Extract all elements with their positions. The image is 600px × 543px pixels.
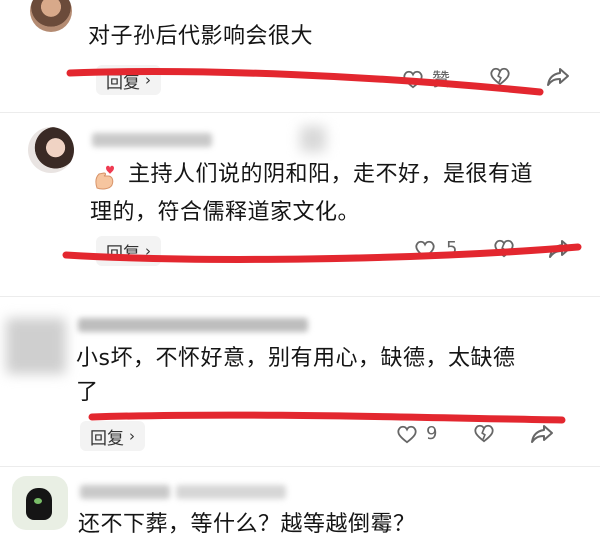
comment-text: 小s坏，不怀好意，别有用心，缺德，太缺德	[76, 346, 516, 371]
username[interactable]	[78, 318, 308, 332]
dislike-button[interactable]	[472, 423, 496, 443]
like-button[interactable]: 5	[414, 238, 457, 259]
finger-heart-emoji-icon	[92, 162, 118, 190]
share-button[interactable]	[546, 66, 570, 88]
divider	[0, 112, 600, 113]
like-label: 赞	[432, 70, 450, 91]
broken-heart-icon	[490, 67, 510, 86]
heart-outline-icon	[397, 425, 417, 443]
reply-button[interactable]: 回复 ›	[80, 421, 145, 451]
share-arrow-icon	[549, 240, 571, 258]
username-badge	[300, 126, 326, 152]
chevron-right-icon: ›	[145, 71, 151, 89]
reply-label: 回复	[106, 72, 140, 93]
divider	[0, 296, 600, 297]
share-button[interactable]	[530, 423, 554, 445]
avatar[interactable]	[30, 0, 72, 32]
avatar-figure	[26, 488, 52, 520]
comment-text: 理的，符合儒释道家文化。	[90, 200, 361, 225]
reply-label: 回复	[90, 428, 124, 449]
heart-outline-icon	[415, 240, 435, 258]
heart-outline-icon	[403, 70, 423, 89]
broken-heart-icon	[474, 424, 494, 443]
like-count: 5	[446, 238, 458, 259]
like-button[interactable]: 9	[396, 423, 437, 444]
share-arrow-icon	[531, 425, 553, 443]
comment-text: 对子孙后代影响会很大	[88, 24, 314, 49]
divider	[0, 466, 600, 467]
like-count: 9	[426, 423, 438, 444]
share-button[interactable]	[548, 238, 572, 260]
avatar-face-detail	[34, 498, 42, 504]
chevron-right-icon: ›	[129, 427, 135, 445]
username-extra	[176, 485, 286, 499]
reply-button[interactable]: 回复 ›	[96, 236, 161, 266]
like-button[interactable]: 赞	[402, 66, 450, 92]
share-arrow-icon	[547, 68, 569, 86]
red-annotation-line	[88, 411, 566, 424]
comment-text: 还不下葬，等什么？越等越倒霉？	[78, 512, 416, 537]
comment-text: 主持人们说的阴和阳，走不好，是很有道	[128, 162, 534, 187]
chevron-right-icon: ›	[145, 242, 151, 260]
reply-button[interactable]: 回复 ›	[96, 65, 161, 95]
avatar[interactable]	[6, 318, 66, 374]
username[interactable]	[92, 133, 212, 147]
username[interactable]	[80, 485, 170, 499]
dislike-button[interactable]	[492, 238, 516, 258]
avatar[interactable]	[28, 127, 74, 173]
broken-heart-icon	[494, 239, 514, 258]
dislike-button[interactable]	[488, 66, 512, 86]
avatar[interactable]	[12, 476, 68, 530]
reply-label: 回复	[106, 243, 140, 264]
comment-text: 了	[76, 380, 99, 405]
